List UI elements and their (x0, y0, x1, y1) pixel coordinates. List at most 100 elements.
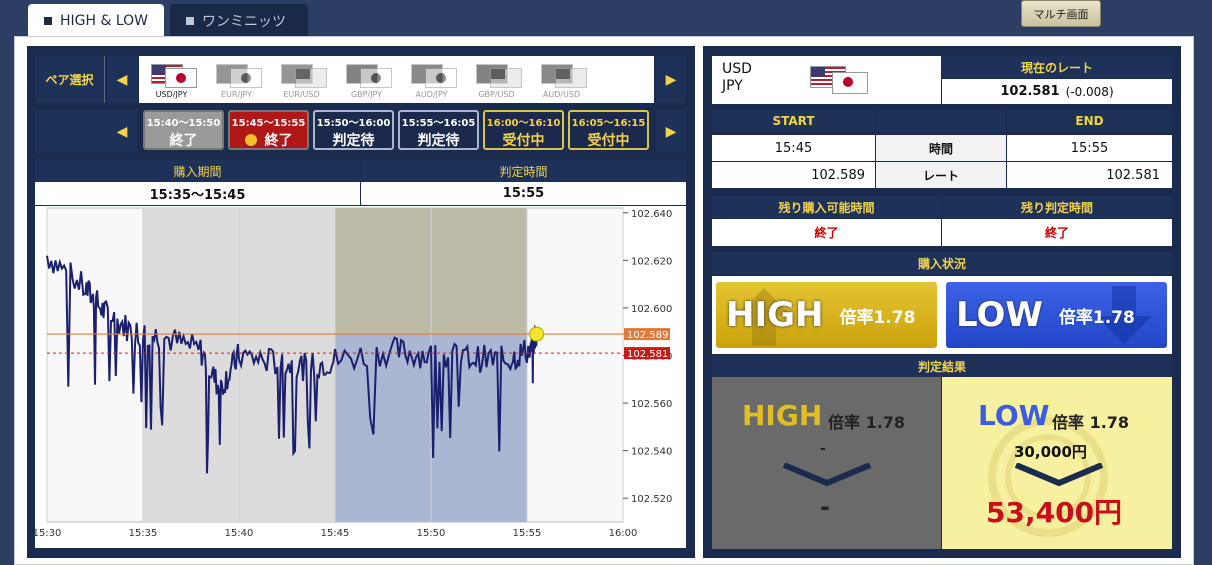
current-point-marker (529, 326, 545, 342)
pair-next-button[interactable]: ▶ (656, 56, 686, 103)
remaining-judge-value: 終了 (942, 219, 1172, 246)
end-header: END (1007, 110, 1172, 132)
time-slot-status: 受付中 (587, 133, 630, 149)
current-rate-box: 102.581 (-0.008) (942, 79, 1172, 104)
high-label: HIGH (726, 295, 824, 335)
time-slot-time: 15:55〜16:05 (401, 118, 476, 129)
slot-prev-button[interactable]: ◀ (107, 110, 137, 153)
time-slot-time: 15:45〜15:55 (231, 118, 306, 129)
empty-header (876, 110, 1006, 132)
start-rate-badge-label: 102.589 (627, 330, 668, 341)
multi-screen-button[interactable]: マルチ画面 (1021, 0, 1101, 27)
pair-item[interactable]: GBP/USD (464, 60, 529, 99)
tab-high-low-label: HIGH & LOW (60, 13, 149, 29)
rate-label: レート (876, 162, 1006, 188)
pair-prev-button[interactable]: ◀ (107, 56, 137, 103)
flag-icon (424, 68, 457, 88)
time-slot[interactable]: 15:50〜16:00 判定待 (313, 110, 394, 150)
pair-item-label: EUR/JPY (220, 90, 253, 99)
y-tick-label: 102.640 (631, 209, 672, 220)
pair-flag-icon (810, 66, 870, 94)
chevron-down-icon (1014, 463, 1104, 487)
time-slot[interactable]: 15:45〜15:55 終了 (228, 110, 309, 150)
pair-select-label: ペア選択 (35, 56, 105, 103)
result-high-label: HIGH (742, 399, 823, 432)
flag-icon (342, 60, 392, 88)
result-low-label: LOW (978, 399, 1050, 432)
time-slot-time: 15:40〜15:50 (146, 118, 221, 129)
result-low-panel: LOW 倍率 1.78 30,000円 53,400円 (942, 377, 1172, 549)
start-rate: 102.589 (712, 162, 875, 188)
time-slot-status: 終了 (169, 133, 198, 149)
buy-period-header: 購入期間 (35, 160, 360, 182)
purchase-status-header: 購入状況 (712, 252, 1172, 274)
price-chart: 15:30 15:35 15:40 15:45 15:50 15:55 16:00 102.6… (35, 206, 686, 548)
high-button[interactable]: HIGH 倍率1.78 (716, 282, 937, 348)
pair-item[interactable]: GBP/JPY (334, 60, 399, 99)
result-high-rate: 倍率 1.78 (828, 413, 906, 432)
x-tick-label: 15:30 (35, 528, 61, 539)
x-tick-label: 16:00 (609, 528, 638, 539)
flag-icon (489, 68, 522, 88)
coin-icon (244, 134, 257, 146)
time-slot[interactable]: 15:40〜15:50 終了 (143, 110, 224, 150)
y-tick-label: 102.600 (631, 304, 672, 315)
tab-one-minutes[interactable]: ワンミニッツ (170, 4, 308, 38)
x-tick-label: 15:40 (225, 528, 254, 539)
pair-list: USD/JPY EUR/JPY EUR/USD GBP/JPY AUD/JPY GBP/U… (139, 56, 654, 103)
flag-icon (472, 60, 522, 88)
remaining-judge-header: 残り判定時間 (942, 196, 1172, 218)
result-header: 判定結果 (712, 355, 1172, 377)
time-slot-time: 16:00〜16:10 (486, 118, 561, 129)
time-slot-status: 判定待 (417, 133, 460, 149)
pair-item[interactable]: AUD/JPY (399, 60, 464, 99)
remaining-buy-value: 終了 (712, 219, 941, 246)
judge-time-value: 15:55 (361, 182, 686, 205)
flag-icon (554, 68, 587, 88)
y-tick-label: 102.520 (631, 494, 672, 505)
price-chart-svg: 15:30 15:35 15:40 15:45 15:50 15:55 16:00 102.6… (35, 207, 672, 539)
flag-icon (294, 68, 327, 88)
start-header: START (712, 110, 875, 132)
x-tick-label: 15:50 (417, 528, 446, 539)
time-slot-list: 15:40〜15:50 終了 15:45〜15:55 終了 15:50〜16:00 判定待… (139, 110, 654, 153)
tab-high-low[interactable]: HIGH & LOW (28, 4, 164, 38)
flag-icon (147, 60, 197, 88)
y-tick-label: 102.560 (631, 399, 672, 410)
tab-marker-icon (186, 17, 194, 25)
pair-item-label: AUD/USD (542, 90, 581, 99)
rate-change-value: (-0.008) (1065, 84, 1114, 99)
pair-item[interactable]: USD/JPY (139, 60, 204, 99)
slot-next-button[interactable]: ▶ (656, 110, 686, 153)
flag-icon (537, 60, 587, 88)
flag-icon (229, 68, 262, 88)
result-low-rate: 倍率 1.78 (1052, 413, 1130, 432)
flag-icon (407, 60, 457, 88)
x-tick-label: 15:55 (513, 528, 542, 539)
pair-display: USD JPY (712, 56, 941, 104)
flag-icon (277, 60, 327, 88)
current-rate-value: 102.581 (1000, 84, 1060, 99)
y-tick-label: 102.620 (631, 256, 672, 267)
remaining-buy-header: 残り購入可能時間 (712, 196, 941, 218)
current-rate-badge-label: 102.581 (627, 349, 668, 360)
pair-item-label: GBP/USD (478, 90, 515, 99)
end-rate: 102.581 (1007, 162, 1172, 188)
time-slot[interactable]: 16:05〜16:15 受付中 (568, 110, 649, 150)
time-slot[interactable]: 16:00〜16:10 受付中 (483, 110, 564, 150)
result-low-amount: 30,000円 (1014, 443, 1087, 461)
tab-one-minutes-label: ワンミニッツ (202, 14, 286, 30)
end-time: 15:55 (1007, 135, 1172, 161)
time-slot[interactable]: 15:55〜16:05 判定待 (398, 110, 479, 150)
pair-item[interactable]: AUD/USD (529, 60, 594, 99)
y-tick-label: 102.540 (631, 447, 672, 458)
pair-item-label: GBP/JPY (350, 90, 383, 99)
time-slot-status: 終了 (264, 133, 293, 149)
flag-icon (164, 68, 197, 88)
result-high-payout: - (820, 493, 830, 521)
pair-item[interactable]: EUR/USD (269, 60, 334, 99)
low-button[interactable]: LOW 倍率1.78 (946, 282, 1167, 348)
time-slot-time: 16:05〜16:15 (571, 118, 646, 129)
high-rate: 倍率1.78 (839, 307, 916, 328)
pair-item[interactable]: EUR/JPY (204, 60, 269, 99)
